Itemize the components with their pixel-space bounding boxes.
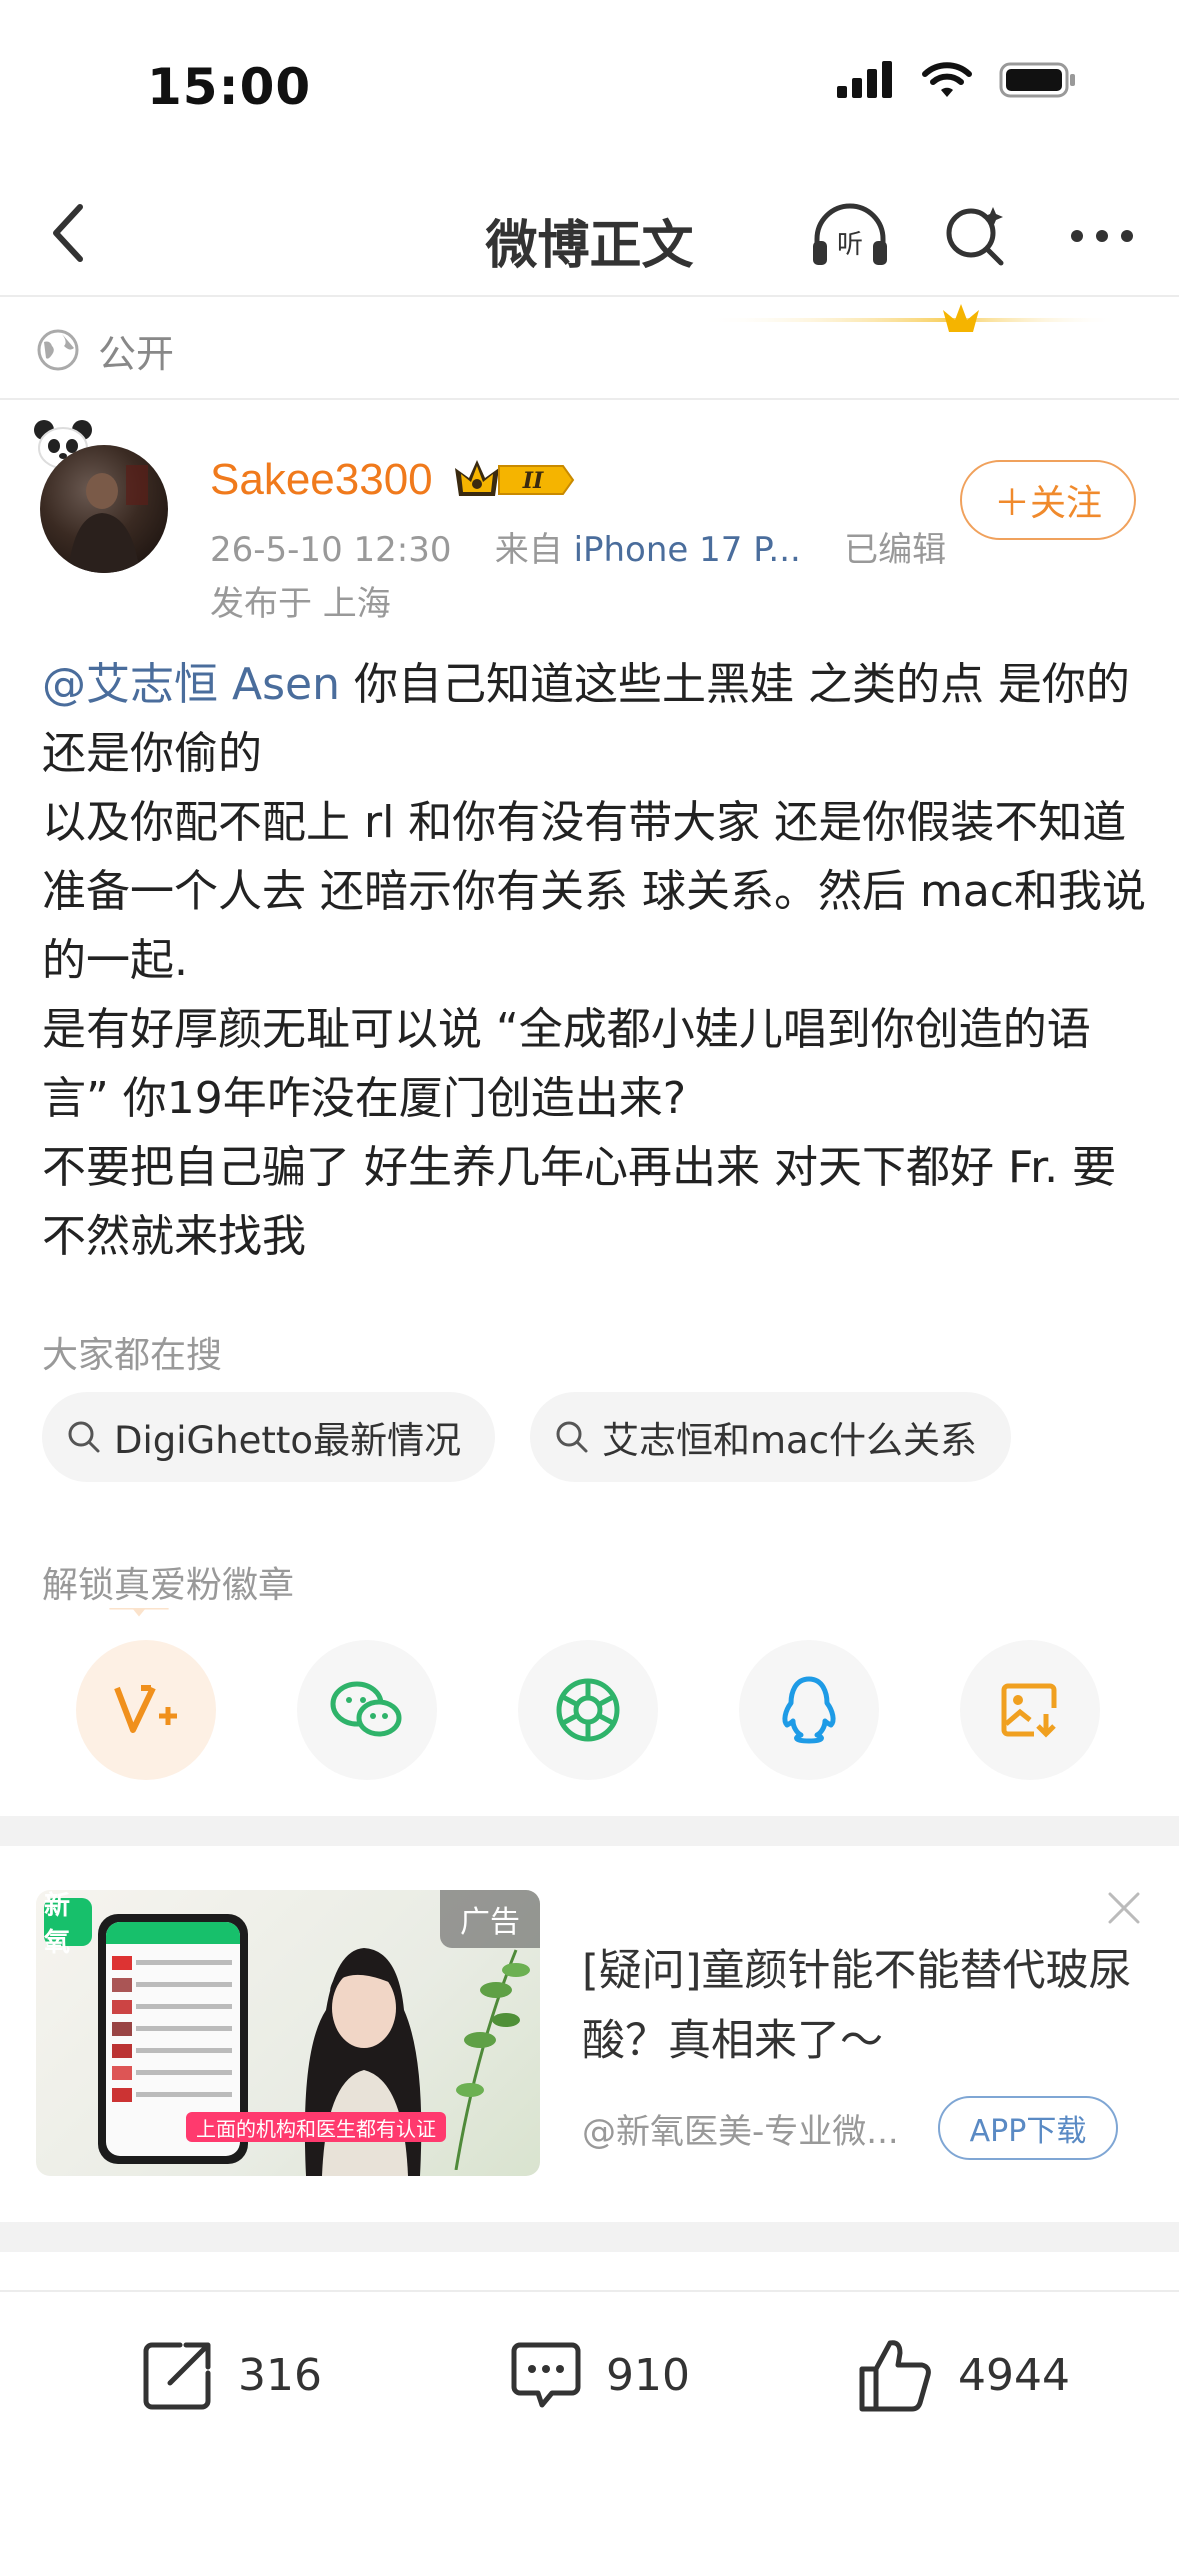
share-moments-button[interactable] <box>518 1640 658 1780</box>
author-name[interactable]: Sakee3300 <box>210 455 433 505</box>
search-icon <box>946 207 1004 266</box>
post-line: 以及你配不配上 rl 和你有没有带大家 还是你假装不知道 准备一个人去 还暗示你… <box>42 797 1146 986</box>
section-gap <box>0 2222 1179 2252</box>
visibility-row: 公开 <box>36 320 174 380</box>
listen-button[interactable]: 听 <box>809 195 891 277</box>
headphone-icon: 听 <box>813 203 887 265</box>
ad-download-button[interactable]: APP下载 <box>938 2096 1118 2160</box>
visibility-label: 公开 <box>98 331 175 376</box>
divider <box>0 398 1179 400</box>
share-save-image-button[interactable] <box>960 1640 1100 1780</box>
hot-search-chip[interactable]: 艾志恒和mac什么关系 <box>530 1392 1012 1482</box>
signal-icon <box>837 61 892 98</box>
edited-label[interactable]: 已编辑 <box>844 530 946 570</box>
ad-image[interactable]: 新氧 上面的机构和医生都有认证 广告 <box>36 1890 540 2176</box>
follow-button[interactable]: ＋关注 <box>960 460 1136 540</box>
post-date: 26-5-10 12:30 <box>210 530 452 570</box>
search-button[interactable] <box>935 195 1017 277</box>
comment-button[interactable]: 910 <box>508 2330 690 2420</box>
thumbs-up-icon <box>859 2340 931 2412</box>
search-icon <box>556 1421 588 1453</box>
ad-source[interactable]: @新氧医美-专业微... <box>582 2104 899 2153</box>
battery-icon <box>999 62 1075 98</box>
divider <box>0 2290 1179 2292</box>
post-line: 不要把自己骗了 好生养几年心再出来 对天下都好 Fr. 要不然就来找我 <box>42 1142 1117 1262</box>
more-button[interactable] <box>1061 195 1143 277</box>
share-wechat-button[interactable] <box>297 1640 437 1780</box>
close-icon[interactable] <box>1104 1888 1144 1928</box>
search-icon <box>68 1421 100 1453</box>
status-icons <box>835 60 1079 100</box>
status-bar: 15:00 <box>0 0 1179 150</box>
nav-bar: 微博正文 听 <box>0 175 1179 295</box>
ad-image-caption: 上面的机构和医生都有认证 <box>186 2112 446 2142</box>
comment-count: 910 <box>606 2349 690 2401</box>
post-source[interactable]: iPhone 17 P... <box>574 530 801 570</box>
hot-search-chip-label: 艾志恒和mac什么关系 <box>602 1419 978 1462</box>
vplus-icon <box>114 1685 177 1733</box>
like-count: 4944 <box>958 2349 1070 2401</box>
share-label: 解锁真爱粉徽章 <box>42 1565 295 1606</box>
comment-icon <box>511 2342 581 2408</box>
post-location: 发布于 上海 <box>210 584 391 624</box>
globe-icon <box>37 329 79 371</box>
section-gap <box>0 1816 1179 1846</box>
share-qq-button[interactable] <box>739 1640 879 1780</box>
hot-search-chip[interactable]: DigiGhetto最新情况 <box>42 1392 496 1482</box>
ad-title[interactable]: [疑问]童颜针能不能替代玻尿酸？真相来了～ <box>582 1936 1142 2076</box>
post-body: @艾志恒 Asen 你自己知道这些土黑娃 之类的点 是你的还是你偷的 以及你配不… <box>42 650 1152 1271</box>
avatar[interactable] <box>40 445 168 573</box>
wifi-icon <box>922 62 972 97</box>
tooltip-pointer <box>109 1608 169 1617</box>
plant-decoration <box>454 1949 530 2170</box>
mention-link[interactable]: @艾志恒 Asen <box>42 659 340 710</box>
repost-icon <box>143 2342 211 2410</box>
post-meta: 26-5-10 12:30 来自 iPhone 17 P... 已编辑 <box>210 522 946 571</box>
vip-badge-icon: II <box>455 460 575 496</box>
repost-button[interactable]: 316 <box>140 2330 322 2420</box>
source-prefix: 来自 <box>494 530 563 570</box>
ad-badge: 广告 <box>440 1890 540 1948</box>
hot-search-label: 大家都在搜 <box>42 1335 223 1376</box>
avatar-image <box>68 465 148 573</box>
ad-logo: 新氧 <box>44 1891 92 1958</box>
crown-decoration <box>699 304 1119 332</box>
qq-icon <box>782 1676 836 1744</box>
share-vplus-button[interactable] <box>76 1640 216 1780</box>
post-line: 是有好厚颜无耻可以说 “全成都小娃儿唱到你创造的语言” 你19年咋没在厦门创造出… <box>42 1004 1091 1124</box>
save-image-icon <box>1001 1683 1057 1738</box>
svg-text:II: II <box>522 468 544 494</box>
moments-icon <box>556 1678 620 1742</box>
hot-search-chip-label: DigiGhetto最新情况 <box>114 1419 462 1462</box>
wechat-icon <box>330 1681 402 1737</box>
repost-count: 316 <box>238 2349 322 2401</box>
svg-text:听: 听 <box>837 230 863 260</box>
status-time: 15:00 <box>147 58 312 116</box>
more-dots-icon <box>1071 230 1133 242</box>
like-button[interactable]: 4944 <box>856 2330 1070 2420</box>
